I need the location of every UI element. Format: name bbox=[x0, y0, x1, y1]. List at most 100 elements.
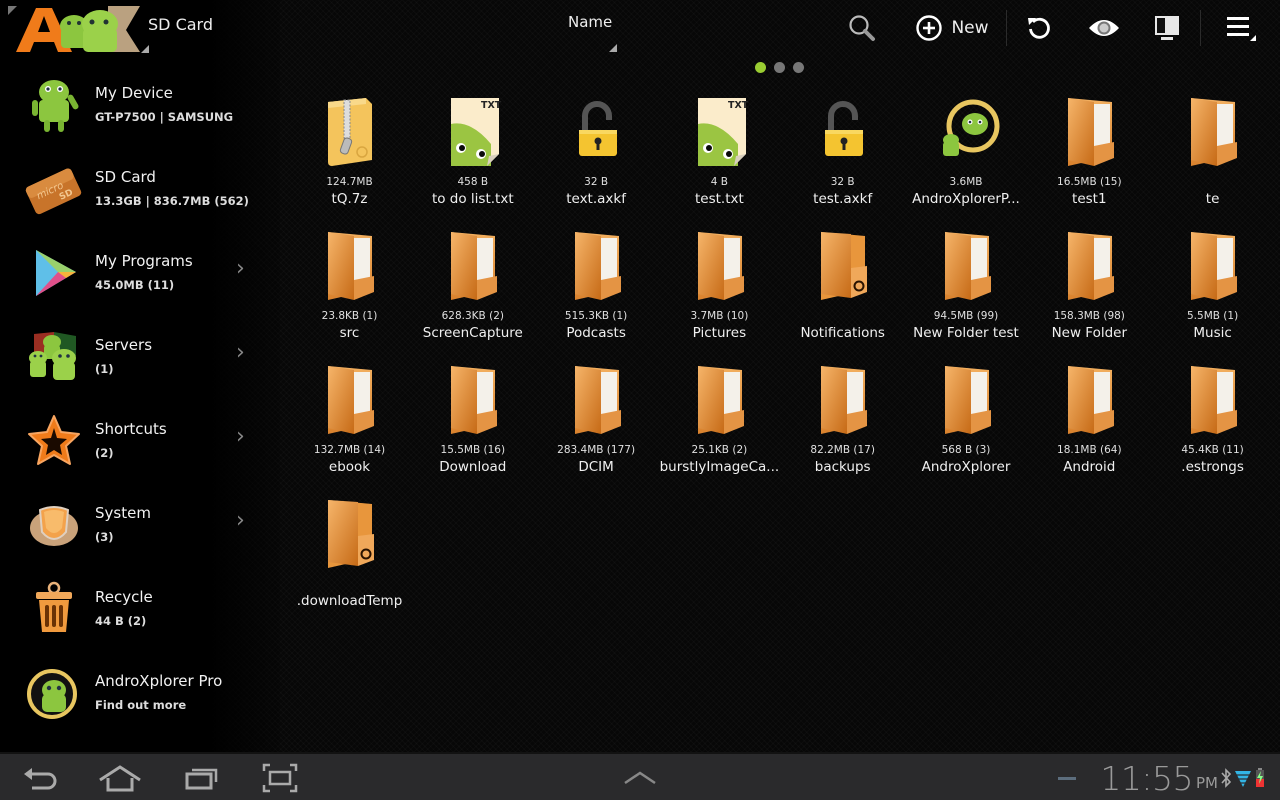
file-name: to do list.txt bbox=[431, 191, 514, 207]
sidebar-item-sd-card[interactable]: micro SD SD Card 13.3GB | 836.7MB (562) bbox=[0, 152, 270, 236]
folder-icon bbox=[561, 228, 633, 304]
file-item[interactable]: 124.7MB tQ.7z bbox=[288, 90, 411, 220]
overflow-menu-button[interactable] bbox=[1222, 12, 1260, 44]
toggle-panel-button[interactable] bbox=[1150, 12, 1184, 44]
screenshot-button[interactable] bbox=[258, 760, 302, 796]
file-name: burstlyImageCa... bbox=[659, 459, 780, 475]
file-size: 4 B bbox=[710, 176, 728, 188]
refresh-icon bbox=[1028, 17, 1050, 39]
file-name: src bbox=[339, 325, 360, 341]
locked-file-icon bbox=[807, 94, 879, 170]
file-item[interactable]: Notifications bbox=[781, 224, 904, 354]
file-item[interactable]: 628.3KB (2) ScreenCapture bbox=[411, 224, 534, 354]
sidebar-item-title: Recycle bbox=[95, 588, 153, 606]
search-button[interactable] bbox=[845, 12, 879, 44]
file-name: Podcasts bbox=[566, 325, 626, 341]
page-dot-1[interactable] bbox=[755, 62, 766, 73]
recent-apps-button[interactable] bbox=[180, 760, 224, 796]
sidebar-item-recycle[interactable]: Recycle 44 B (2) bbox=[0, 572, 270, 656]
sidebar-item-title: SD Card bbox=[95, 168, 156, 186]
file-item[interactable]: TXT 4 B test.txt bbox=[658, 90, 781, 220]
file-size: 15.5MB (16) bbox=[440, 444, 506, 456]
expand-up-button[interactable] bbox=[618, 760, 662, 796]
file-item[interactable]: 32 B text.axkf bbox=[535, 90, 658, 220]
file-size: 515.3KB (1) bbox=[564, 310, 628, 322]
file-item[interactable]: 568 B (3) AndroXplorer bbox=[905, 358, 1028, 488]
status-area[interactable]: 11:55 PM bbox=[1058, 758, 1266, 798]
toolbar-divider bbox=[1200, 10, 1201, 46]
text-file-icon: TXT bbox=[437, 94, 509, 170]
file-name: Music bbox=[1193, 325, 1232, 341]
folder-icon bbox=[1054, 228, 1126, 304]
page-dot-3[interactable] bbox=[793, 62, 804, 73]
file-size: 628.3KB (2) bbox=[441, 310, 504, 322]
file-item[interactable]: 3.7MB (10) Pictures bbox=[658, 224, 781, 354]
file-item[interactable]: 15.5MB (16) Download bbox=[411, 358, 534, 488]
folder-icon bbox=[931, 228, 1003, 304]
empty-folder-icon bbox=[807, 228, 879, 304]
folder-icon bbox=[931, 362, 1003, 438]
sort-selector[interactable]: Name bbox=[568, 13, 612, 31]
file-item[interactable]: 18.1MB (64) Android bbox=[1028, 358, 1151, 488]
view-button[interactable] bbox=[1086, 12, 1122, 44]
refresh-button[interactable] bbox=[1022, 12, 1056, 44]
sidebar-item-title: My Device bbox=[95, 84, 173, 102]
folder-icon bbox=[807, 362, 879, 438]
bluetooth-icon bbox=[1220, 767, 1232, 789]
file-name: text.axkf bbox=[566, 191, 626, 207]
file-name: Download bbox=[439, 459, 507, 475]
file-item[interactable]: 82.2MB (17) backups bbox=[781, 358, 904, 488]
file-item[interactable]: TXT 458 B to do list.txt bbox=[411, 90, 534, 220]
new-button[interactable]: New bbox=[910, 12, 994, 44]
file-item[interactable]: 5.5MB (1) Music bbox=[1151, 224, 1274, 354]
chevron-right-icon: › bbox=[236, 424, 245, 449]
file-size: 5.5MB (1) bbox=[1187, 310, 1239, 322]
file-item[interactable]: 23.8KB (1) src bbox=[288, 224, 411, 354]
sidebar-item-shortcuts[interactable]: Shortcuts (2) › bbox=[0, 404, 270, 488]
sort-dropdown-indicator-icon bbox=[609, 44, 617, 52]
file-size: 158.3MB (98) bbox=[1053, 310, 1125, 322]
system-nav-bar: 11:55 PM bbox=[0, 752, 1280, 800]
file-item[interactable]: 16.5MB (15) test1 bbox=[1028, 90, 1151, 220]
back-button[interactable] bbox=[18, 760, 62, 796]
battery-charging-icon bbox=[1254, 767, 1266, 789]
folder-icon bbox=[684, 362, 756, 438]
file-item[interactable]: 515.3KB (1) Podcasts bbox=[535, 224, 658, 354]
empty-folder-icon bbox=[314, 496, 386, 572]
file-item[interactable]: 94.5MB (99) New Folder test bbox=[905, 224, 1028, 354]
file-size: 3.6MB bbox=[949, 176, 983, 188]
file-item[interactable]: 45.4KB (11) .estrongs bbox=[1151, 358, 1274, 488]
file-item[interactable]: 283.4MB (177) DCIM bbox=[535, 358, 658, 488]
file-name: test.axkf bbox=[813, 191, 873, 207]
text-file-icon: TXT bbox=[684, 94, 756, 170]
file-item[interactable]: 132.7MB (14) ebook bbox=[288, 358, 411, 488]
file-item[interactable]: te bbox=[1151, 90, 1274, 220]
servers-icon bbox=[24, 328, 84, 388]
sidebar-item-title: System bbox=[95, 504, 151, 522]
sidebar-item-servers[interactable]: Servers (1) › bbox=[0, 320, 270, 404]
page-dot-2[interactable] bbox=[774, 62, 785, 73]
trash-icon bbox=[24, 580, 84, 640]
file-item[interactable]: .downloadTemp bbox=[288, 492, 411, 622]
app-logo[interactable] bbox=[8, 4, 148, 54]
sidebar-item-system[interactable]: System (3) › bbox=[0, 488, 270, 572]
sidebar-item-my-device[interactable]: My Device GT-P7500 | SAMSUNG bbox=[0, 68, 270, 152]
file-item[interactable]: 158.3MB (98) New Folder bbox=[1028, 224, 1151, 354]
sidebar-item-subtitle: (2) bbox=[95, 446, 114, 460]
new-button-label: New bbox=[951, 18, 989, 38]
sidebar-item-my-programs[interactable]: My Programs 45.0MB (11) › bbox=[0, 236, 270, 320]
file-size: 25.1KB (2) bbox=[691, 444, 748, 456]
sidebar-item-title: My Programs bbox=[95, 252, 193, 270]
sidebar-item-title: Servers bbox=[95, 336, 153, 354]
sidebar-item-subtitle: Find out more bbox=[95, 698, 187, 712]
file-name: Pictures bbox=[692, 325, 747, 341]
home-button[interactable] bbox=[96, 760, 144, 796]
sidebar-item-title: AndroXplorer Pro bbox=[95, 672, 223, 690]
file-item[interactable]: 25.1KB (2) burstlyImageCa... bbox=[658, 358, 781, 488]
file-item[interactable]: 3.6MB AndroXplorerP... bbox=[905, 90, 1028, 220]
sidebar-item-subtitle: GT-P7500 | SAMSUNG bbox=[95, 110, 234, 124]
folder-icon bbox=[1177, 94, 1249, 170]
sidebar-item-title: Shortcuts bbox=[95, 420, 167, 438]
file-item[interactable]: 32 B test.axkf bbox=[781, 90, 904, 220]
sidebar-item-androxplorer-pro[interactable]: AndroXplorer Pro Find out more bbox=[0, 656, 270, 740]
